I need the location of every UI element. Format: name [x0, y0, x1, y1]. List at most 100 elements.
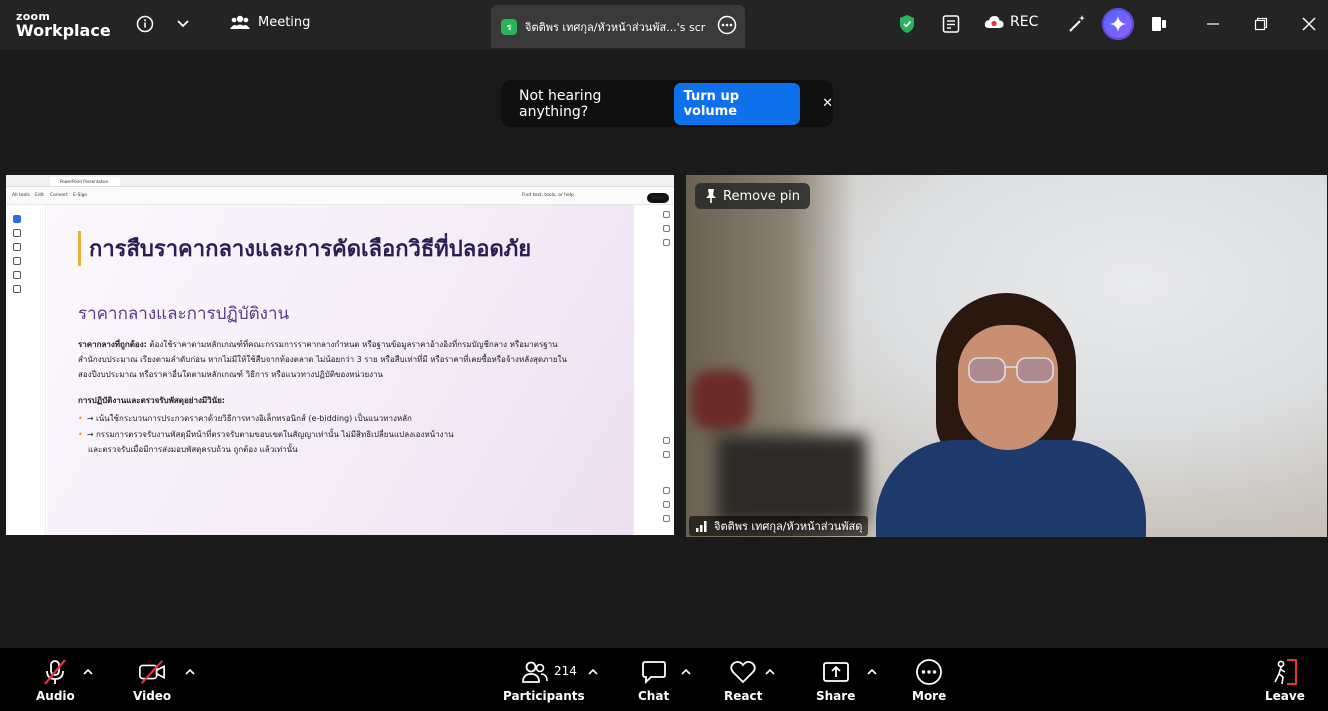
side-tool-icon: [663, 225, 670, 232]
shared-screen[interactable]: PowerPoint Presentation All tools Edit C…: [6, 175, 674, 535]
shape-tool-icon: [13, 257, 21, 265]
slide-bullet-2: • → กรรมการตรวจรับงานพัสดุมีหน้าที่ตรวจรั…: [78, 430, 454, 439]
slide-heading2: การปฏิบัติงานและตรวจรับพัสดุอย่างมีวินัย…: [78, 396, 225, 405]
slide-page: การสืบราคากลางและการคัดเลือกวิธีที่ปลอดภ…: [47, 205, 633, 535]
zoom-logo: zoom Workplace: [16, 11, 111, 39]
audio-label: Audio: [36, 689, 75, 703]
page-up-icon: [663, 437, 670, 444]
page-down-icon: [663, 451, 670, 458]
rotate-icon: [663, 487, 670, 494]
zoom-out-icon: [663, 515, 670, 522]
chat-button[interactable]: Chat: [638, 658, 669, 703]
shared-left-toolbar: [6, 205, 46, 535]
participant-body: [876, 440, 1146, 537]
stamp-tool-icon: [13, 285, 21, 293]
zoom-window: zoom Workplace Meeting ร จิตติพร เทศกุล/…: [0, 0, 1328, 711]
camera-off-icon: [138, 658, 166, 686]
minimize-icon[interactable]: [1202, 13, 1224, 35]
shared-menu-bar: All tools Edit Convert E-Sign Find text,…: [6, 187, 674, 205]
background-object: [716, 435, 866, 525]
participants-label: Participants: [503, 689, 585, 703]
video-label: Video: [133, 689, 172, 703]
slide-title: การสืบราคากลางและการคัดเลือกวิธีที่ปลอดภ…: [78, 231, 531, 266]
shared-right-toolbar: [633, 205, 674, 535]
meeting-label[interactable]: Meeting: [230, 14, 310, 30]
share-options-caret[interactable]: [866, 666, 878, 678]
turn-up-volume-button[interactable]: Turn up volume: [673, 82, 801, 125]
participant-video[interactable]: Remove pin จิตติพร เทศกุล/หัวหน้าส่วนพัส…: [686, 175, 1327, 537]
ai-companion-button[interactable]: [1102, 8, 1134, 40]
participants-icon: [521, 658, 549, 686]
slide-paragraph-text: ต้องใช้ราคาตามหลักเกณฑ์ที่คณะกรรมการราคา…: [78, 340, 567, 379]
video-options-caret[interactable]: [184, 666, 196, 678]
react-options-caret[interactable]: [764, 666, 776, 678]
share-button[interactable]: Share: [816, 658, 855, 703]
react-button[interactable]: React: [724, 658, 762, 703]
more-options-icon[interactable]: [717, 15, 737, 38]
participant-name-tag: จิตติพร เทศกุล/หัวหน้าส่วนพัสดุ: [689, 516, 869, 536]
pin-icon: [706, 189, 716, 203]
menu-convert: Convert: [50, 193, 68, 198]
menu-edit: Edit: [35, 193, 44, 198]
participants-icon: [230, 15, 250, 29]
audio-options-caret[interactable]: [82, 666, 94, 678]
share-screen-icon: [822, 658, 850, 686]
screen-share-tab[interactable]: ร จิตติพร เทศกุล/หัวหน้าส่วนพัส...'s scr: [491, 5, 745, 48]
cloud-icon: [984, 16, 1004, 28]
share-label: Share: [816, 689, 856, 703]
shield-icon[interactable]: [896, 13, 918, 35]
more-label: More: [912, 689, 947, 703]
title-bar: zoom Workplace Meeting ร จิตติพร เทศกุล/…: [0, 0, 1328, 50]
leave-button[interactable]: Leave: [1265, 658, 1305, 703]
video-button[interactable]: Video: [133, 658, 171, 703]
more-button[interactable]: More: [912, 658, 946, 703]
menu-all-tools: All tools: [12, 193, 30, 198]
toast-message: Not hearing anything?: [519, 87, 602, 120]
notes-icon[interactable]: [940, 13, 962, 35]
bullet-1-text: → เน้นใช้กระบวนการประกวดราคาด้วยวิธีการท…: [86, 414, 412, 423]
audio-button[interactable]: Audio: [36, 658, 75, 703]
chevron-down-icon[interactable]: [172, 13, 194, 35]
cloud-record-indicator[interactable]: REC: [984, 14, 1038, 30]
participant-count: 214: [554, 664, 577, 678]
pen-tool-icon: [13, 243, 21, 251]
sparkle-icon: [1110, 16, 1126, 32]
chat-icon: [640, 658, 668, 686]
restore-icon[interactable]: [1250, 13, 1272, 35]
glasses-icon: [968, 357, 1054, 383]
toast-close-button[interactable]: ✕: [822, 96, 833, 111]
share-indicator-icon: ร: [501, 18, 517, 35]
magic-wand-icon[interactable]: [1066, 13, 1088, 35]
background-object: [691, 370, 751, 430]
share-tab-text: จิตติพร เทศกุล/หัวหน้าส่วนพัส...'s scr: [525, 20, 706, 34]
shared-browser-tabbar: PowerPoint Presentation: [6, 175, 674, 187]
participant-face: [958, 325, 1058, 450]
logo-bottom-text: Workplace: [16, 21, 111, 40]
apps-panel-icon[interactable]: [1148, 13, 1170, 35]
meeting-label-text: Meeting: [258, 14, 311, 30]
chat-options-caret[interactable]: [680, 666, 692, 678]
mic-muted-icon: [41, 658, 69, 686]
close-icon[interactable]: [1298, 13, 1320, 35]
participants-options-caret[interactable]: [587, 666, 599, 678]
select-tool-icon: [13, 215, 21, 223]
side-tool-icon: [663, 211, 670, 218]
participant-name: จิตติพร เทศกุล/หัวหน้าส่วนพัสดุ: [714, 520, 863, 533]
chat-label: Chat: [638, 689, 670, 703]
zoom-in-icon: [663, 501, 670, 508]
slide-paragraph-bold: ราคากลางที่ถูกต้อง:: [78, 340, 147, 349]
zoom-tool-icon: [13, 229, 21, 237]
more-icon: [915, 658, 943, 686]
info-icon[interactable]: [134, 13, 156, 35]
shared-tab-title: PowerPoint Presentation: [50, 177, 120, 186]
shared-share-button: Share: [647, 193, 669, 203]
text-tool-icon: [13, 271, 21, 279]
signal-icon: [696, 521, 707, 532]
react-label: React: [724, 689, 763, 703]
slide-bullet-1: • → เน้นใช้กระบวนการประกวดราคาด้วยวิธีการ…: [78, 414, 412, 423]
rec-label: REC: [1010, 14, 1039, 30]
remove-pin-button[interactable]: Remove pin: [695, 183, 810, 209]
audio-toast: Not hearing anything? Turn up volume ✕: [501, 80, 833, 127]
find-text: Find text, tools, or help: [522, 193, 574, 198]
heart-icon: [729, 658, 757, 686]
